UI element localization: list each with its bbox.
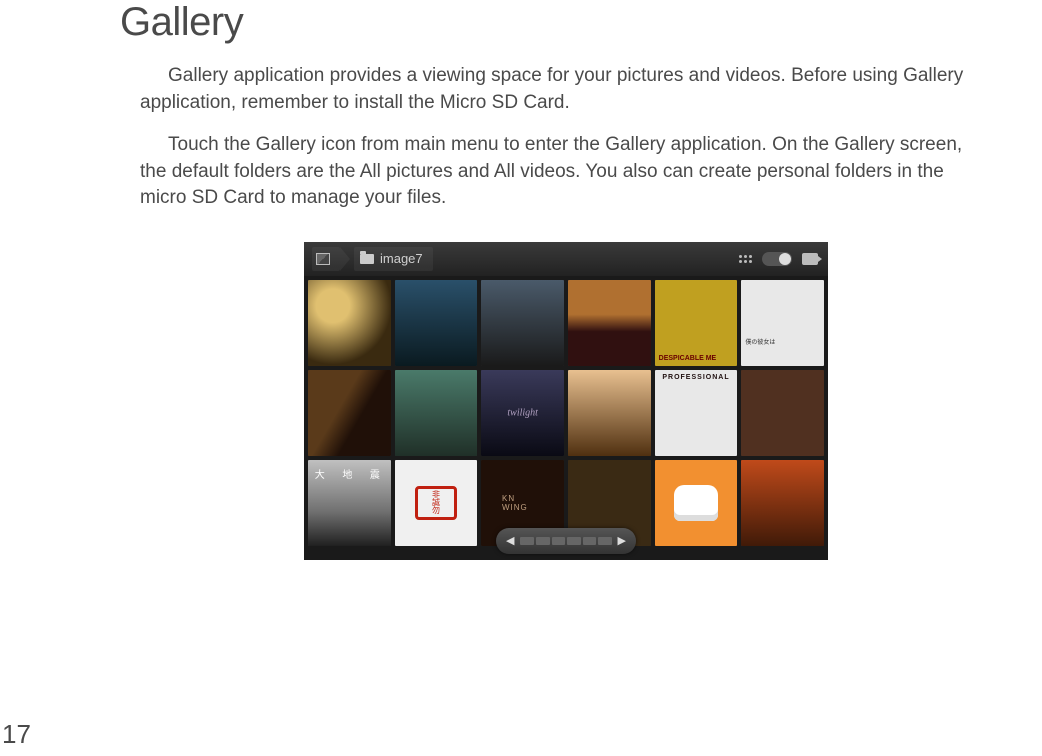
thumbnail-grid <box>304 276 828 560</box>
gallery-topbar: image7 <box>304 242 828 276</box>
breadcrumb-root[interactable] <box>312 247 340 271</box>
thumbnail[interactable] <box>481 370 564 456</box>
thumbnail[interactable] <box>308 460 391 546</box>
thumbnail[interactable] <box>395 370 478 456</box>
section-title: Gallery <box>120 0 1012 45</box>
view-toggle[interactable] <box>762 252 792 266</box>
intro-paragraph-2: Touch the Gallery icon from main menu to… <box>120 132 1012 212</box>
thumbnail[interactable] <box>741 280 824 366</box>
thumbnail[interactable] <box>655 460 738 546</box>
thumbnail[interactable] <box>655 280 738 366</box>
thumbnail[interactable] <box>308 280 391 366</box>
breadcrumb-label: image7 <box>380 251 423 266</box>
thumbnail[interactable] <box>568 370 651 456</box>
thumbnail[interactable] <box>481 280 564 366</box>
thumbnail[interactable] <box>741 370 824 456</box>
thumbnail[interactable] <box>395 460 478 546</box>
picture-icon <box>316 253 330 265</box>
pager-next[interactable]: ▶ <box>618 534 626 547</box>
gallery-screenshot: image7 <box>304 242 828 560</box>
pager: ◀ ▶ <box>496 528 636 554</box>
pager-prev[interactable]: ◀ <box>506 534 514 547</box>
thumbnail[interactable] <box>395 280 478 366</box>
thumbnail[interactable] <box>308 370 391 456</box>
thumbnail[interactable] <box>655 370 738 456</box>
intro-paragraph-1: Gallery application provides a viewing s… <box>120 63 1012 116</box>
folder-icon <box>360 254 374 264</box>
page-number: 17 <box>2 719 31 750</box>
thumbnail[interactable] <box>741 460 824 546</box>
thumbnail[interactable] <box>568 280 651 366</box>
grid-view-icon[interactable] <box>739 255 752 263</box>
pager-segments <box>520 537 611 545</box>
camera-icon[interactable] <box>802 253 818 265</box>
breadcrumb-folder[interactable]: image7 <box>354 247 433 271</box>
